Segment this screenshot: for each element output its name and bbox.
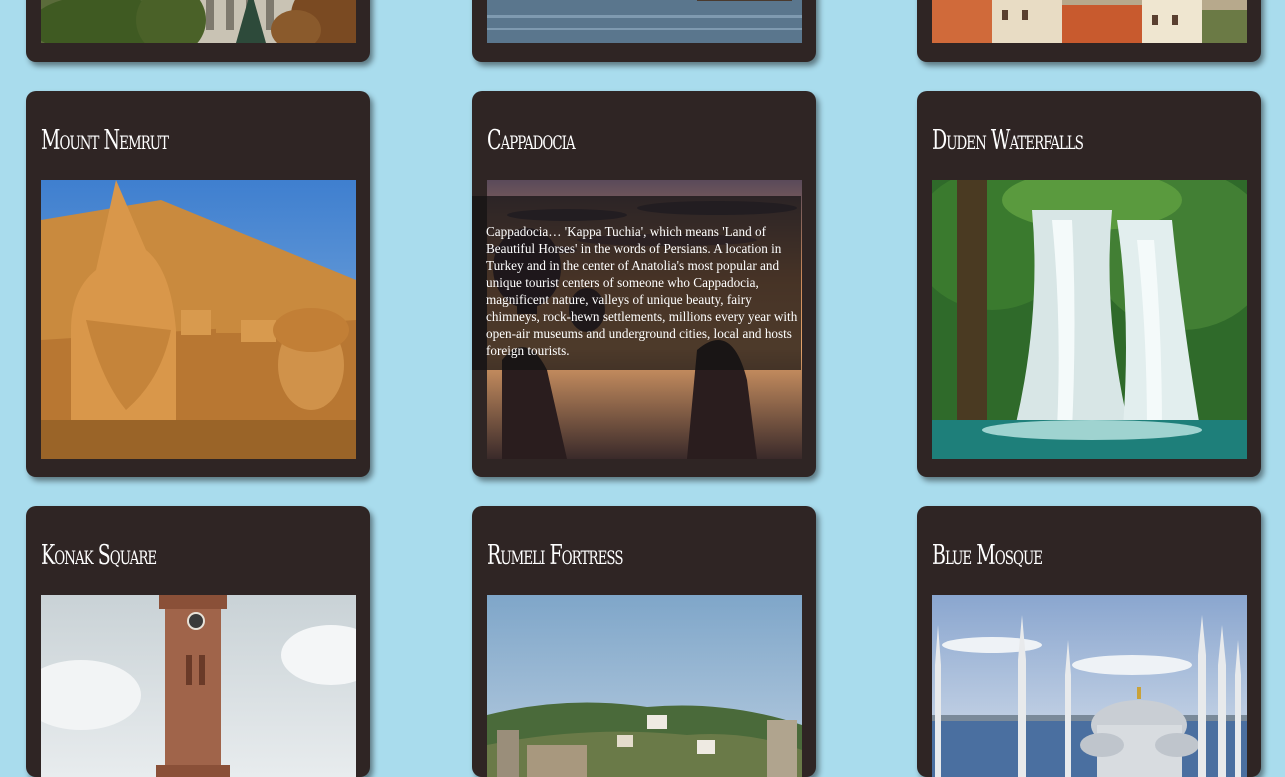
mount-nemrut-photo [41, 180, 356, 459]
destination-card[interactable]: Duden Waterfalls [917, 91, 1261, 477]
card-title: Rumeli Fortress [487, 540, 623, 571]
rumeli-fortress-photo [487, 595, 802, 777]
card-title: Blue Mosque [932, 540, 1043, 571]
duden-waterfalls-photo [932, 180, 1247, 459]
card-description-overlay: Cappadocia… 'Kappa Tuchia', which means … [472, 196, 801, 370]
card-title: Duden Waterfalls [932, 125, 1084, 156]
konak-clock-tower-photo [41, 595, 356, 777]
istanbul-gardens-photo [41, 0, 356, 43]
safranbolu-houses-photo [932, 0, 1247, 43]
blue-mosque-photo [932, 595, 1247, 777]
card-title: Mount Nemrut [41, 125, 169, 156]
card-title: Konak Square [41, 540, 157, 571]
destination-card[interactable] [472, 0, 816, 62]
destination-card[interactable]: Rumeli Fortress [472, 506, 816, 777]
card-title: Cappadocia [487, 125, 576, 156]
destination-card[interactable] [917, 0, 1261, 62]
destination-card[interactable]: Konak Square [26, 506, 370, 777]
card-description: Cappadocia… 'Kappa Tuchia', which means … [486, 224, 798, 358]
destination-card[interactable] [26, 0, 370, 62]
destination-card[interactable]: Cappadocia Cappadocia… 'Kappa Tuchia', w… [472, 91, 816, 477]
bosphorus-water-photo [487, 0, 802, 43]
destination-card[interactable]: Blue Mosque [917, 506, 1261, 777]
destination-card[interactable]: Mount Nemrut [26, 91, 370, 477]
